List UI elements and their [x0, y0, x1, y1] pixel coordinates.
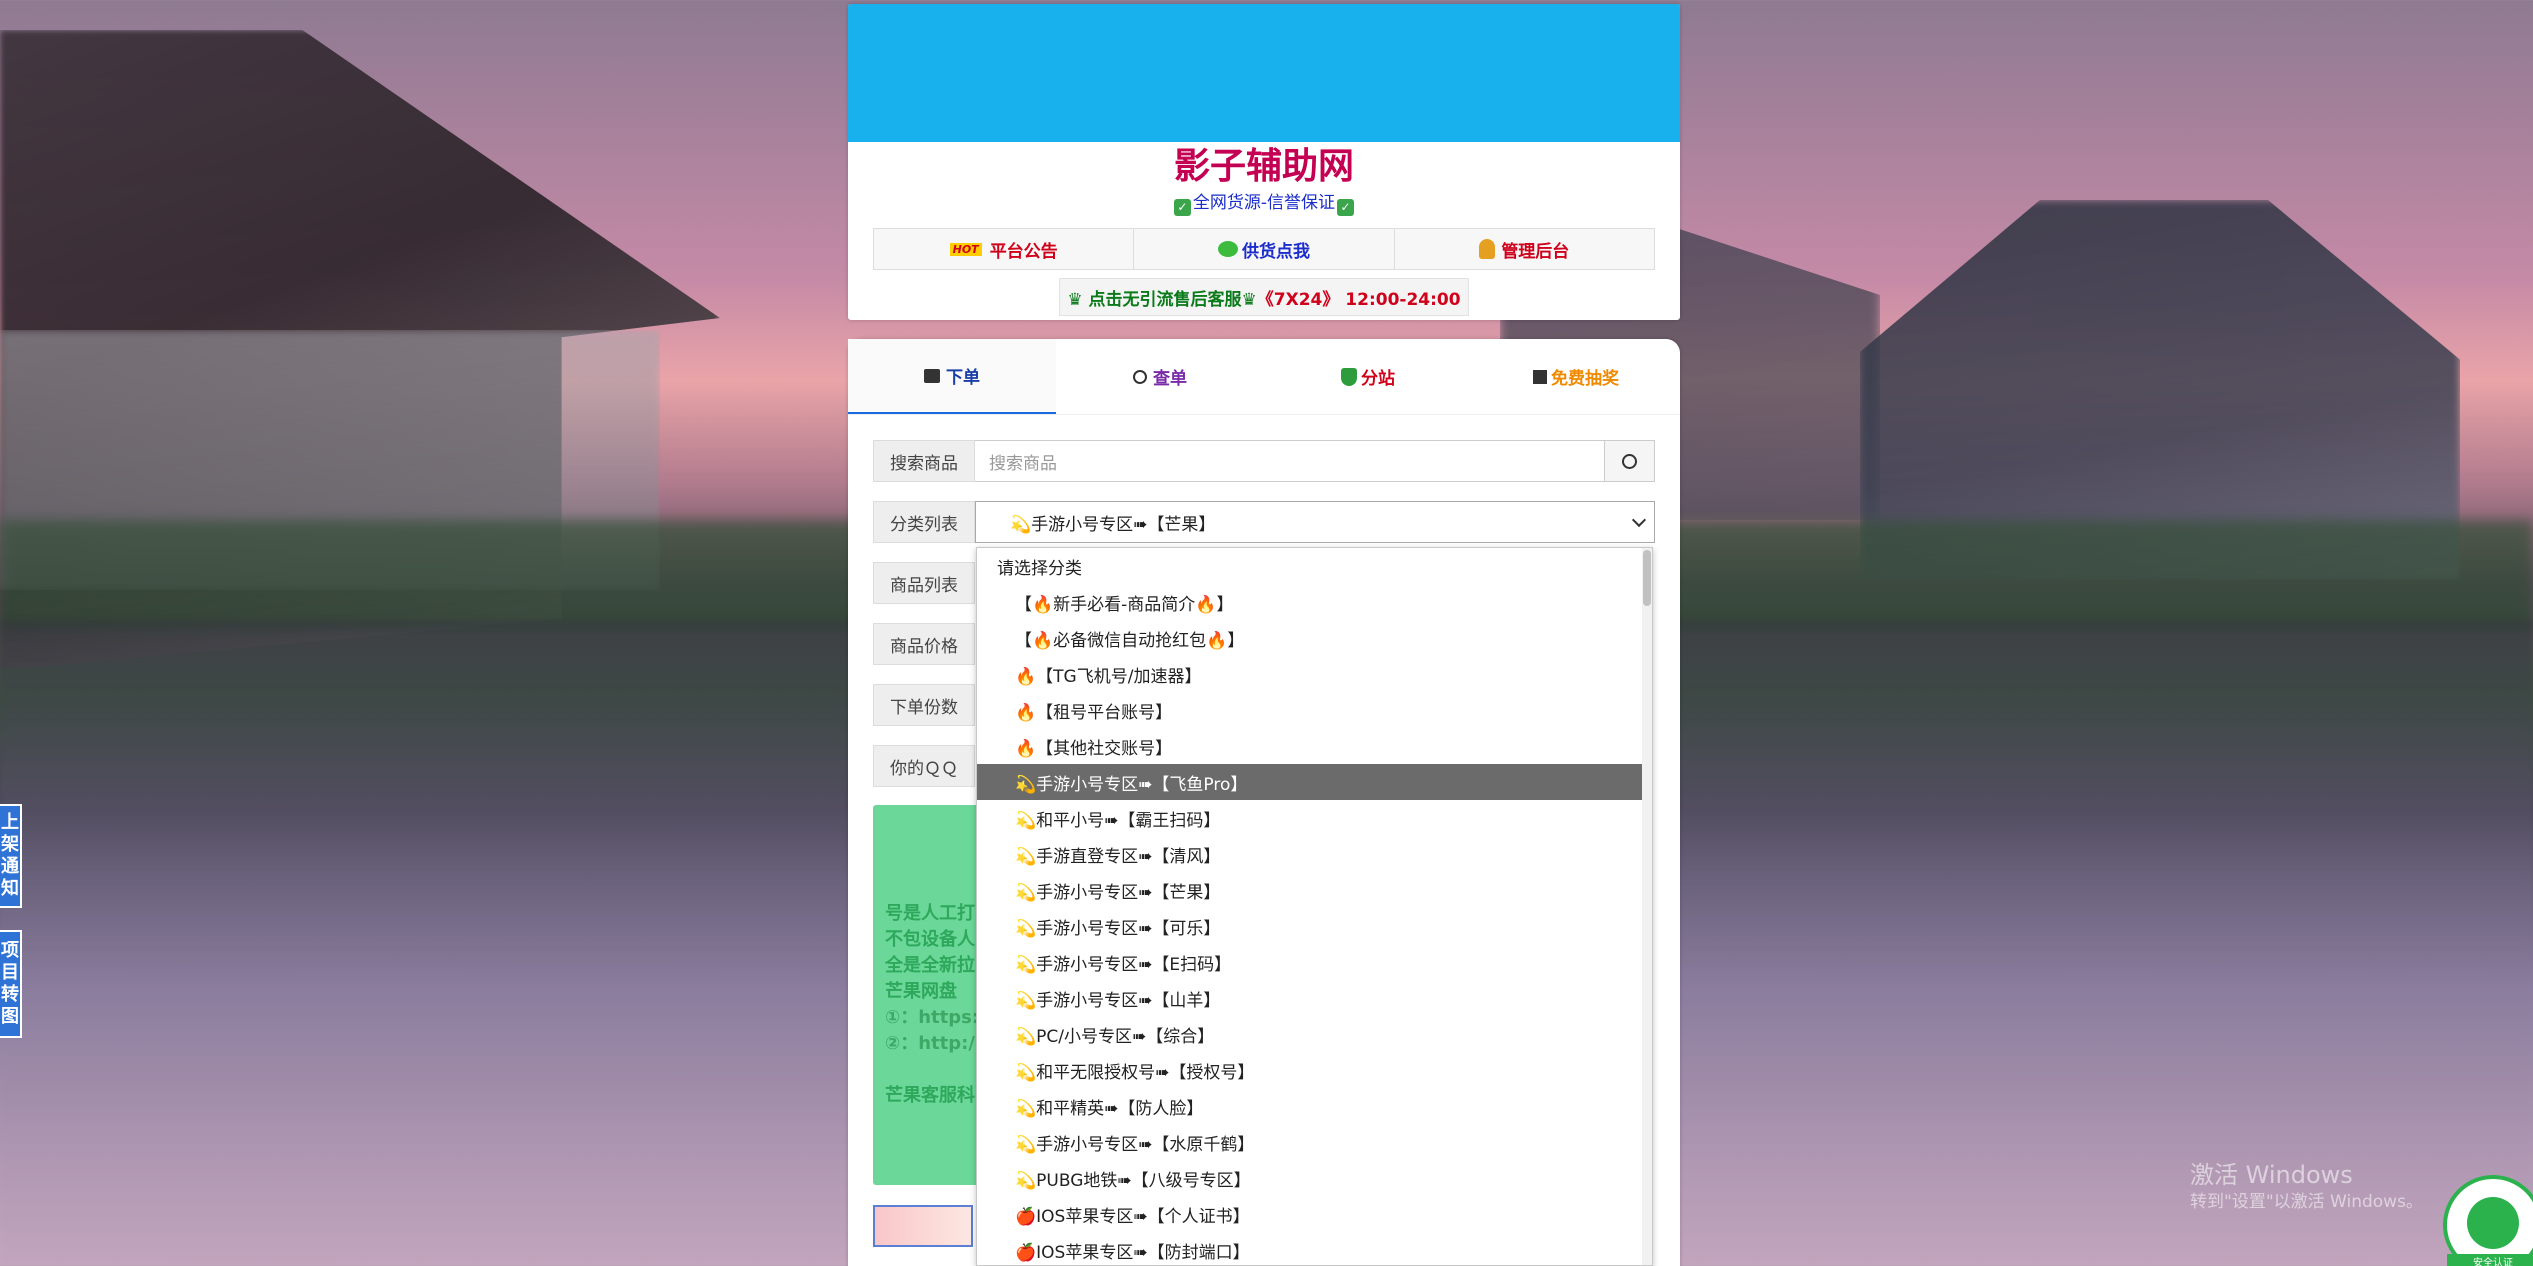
dropdown-option[interactable]: 💫和平小号➠【霸王扫码】 [977, 800, 1652, 836]
category-label: 分类列表 [873, 501, 975, 543]
notice-line: ②：http:/ [885, 1033, 975, 1054]
notice-line [885, 1057, 971, 1083]
tab-substation-label: 分站 [1361, 369, 1395, 389]
notice-line: ①：https: [885, 1007, 980, 1028]
site-subtitle-text: 全网货源-信誉保证 [1192, 193, 1336, 213]
background-house-right [1860, 200, 2460, 580]
header-banner [848, 4, 1680, 142]
search-icon [1622, 453, 1637, 469]
customer-service-button[interactable]: ♛ 点击无引流售后客服♛ 《7X24》 12:00-24:00 [1059, 278, 1469, 316]
dropdown-option[interactable]: 💫和平无限授权号➠【授权号】 [977, 1052, 1652, 1088]
dropdown-option[interactable]: 🍎IOS苹果专区➠【防封端口】 [977, 1232, 1652, 1265]
site-title: 影子辅助网 [1173, 146, 1354, 187]
tab-order-label: 下单 [946, 368, 980, 388]
bag-icon [924, 368, 940, 383]
notice-line: 芒果客服科 [885, 1085, 975, 1106]
windows-activate-hint: 转到"设置"以激活 Windows。 [2190, 1192, 2423, 1212]
dropdown-option[interactable]: 🔥【其他社交账号】 [977, 728, 1652, 764]
dropdown-option[interactable]: 💫手游小号专区➠【山羊】 [977, 980, 1652, 1016]
search-icon [1133, 369, 1147, 384]
search-label: 搜索商品 [873, 440, 975, 482]
nav-supply-label: 供货点我 [1241, 241, 1310, 262]
category-dropdown[interactable]: 请选择分类 【🔥新手必看-商品简介🔥】 【🔥必备微信自动抢红包🔥】 🔥【TG飞机… [976, 547, 1653, 1266]
category-select[interactable]: 💫手游小号专区➠【芒果】 [975, 501, 1655, 543]
dropdown-scrollbar[interactable] [1642, 548, 1652, 1265]
hot-badge-icon: HOT [949, 242, 982, 256]
notice-line: 不包设备人 [885, 929, 975, 950]
header-card: 影子辅助网 ✓ 全网货源-信誉保证 ✓ HOT 平台公告 供货点我 管理后台 ♛ 点… [848, 4, 1680, 320]
dropdown-scrollbar-thumb[interactable] [1643, 550, 1651, 606]
tab-order[interactable]: 下单 [848, 339, 1056, 414]
dropdown-option[interactable]: 💫手游直登专区➠【清风】 [977, 836, 1652, 872]
tab-query-label: 查单 [1153, 369, 1187, 389]
dropdown-option[interactable]: 🔥【TG飞机号/加速器】 [977, 656, 1652, 692]
price-label: 商品价格 [873, 623, 975, 665]
customer-service-label: ♛ 点击无引流售后客服♛ [1067, 289, 1257, 310]
tab-lottery-label: 免费抽奖 [1551, 369, 1619, 389]
header-nav: HOT 平台公告 供货点我 管理后台 [873, 228, 1655, 270]
dropdown-option[interactable]: 💫手游小号专区➠【可乐】 [977, 908, 1652, 944]
nav-announcement-label: 平台公告 [989, 241, 1058, 262]
dropdown-option[interactable]: 💫手游小号专区➠【水原千鹤】 [977, 1124, 1652, 1160]
order-tabs: 下单 查单 分站 免费抽奖 [848, 339, 1680, 415]
quantity-label: 下单份数 [873, 684, 975, 726]
category-select-value: 💫手游小号专区➠【芒果】 [1010, 514, 1216, 535]
security-badge[interactable]: 安全认证 [2443, 1175, 2533, 1266]
windows-activate-title: 激活 Windows [2190, 1161, 2353, 1189]
chat-icon [1217, 241, 1238, 257]
side-tab-notice[interactable]: 上架通知 [0, 804, 22, 908]
chevron-down-icon [1631, 512, 1647, 528]
dropdown-option[interactable]: 💫PUBG地铁➠【八级号专区】 [977, 1160, 1652, 1196]
product-notice: 号是人工打 不包设备人 全是全新拉 芒果网盘 ①：https: ②：http:/… [873, 805, 983, 1185]
side-tab-project[interactable]: 项目转图 [0, 930, 22, 1038]
user-icon [1479, 239, 1496, 259]
dropdown-option[interactable]: 🔥【租号平台账号】 [977, 692, 1652, 728]
background-house-left-window [0, 330, 660, 590]
dropdown-option-highlighted[interactable]: 💫手游小号专区➠【飞鱼Pro】 [977, 764, 1643, 800]
security-badge-label: 安全认证 [2447, 1254, 2533, 1266]
lock-icon [2467, 1197, 2519, 1249]
customer-service-hours: 《7X24》 12:00-24:00 [1256, 289, 1461, 310]
check-icon: ✓ [1173, 199, 1191, 216]
tab-query[interactable]: 查单 [1056, 339, 1264, 414]
nav-announcement[interactable]: HOT 平台公告 [874, 229, 1135, 269]
product-label: 商品列表 [873, 562, 975, 604]
dropdown-option[interactable]: 💫手游小号专区➠【芒果】 [977, 872, 1652, 908]
dropdown-option[interactable]: 【🔥新手必看-商品简介🔥】 [977, 584, 1652, 620]
background-house-left [0, 30, 720, 670]
search-row: 搜索商品 搜索商品 [873, 440, 1655, 482]
notice-line: 全是全新拉 [885, 955, 975, 976]
nav-admin-label: 管理后台 [1501, 241, 1570, 262]
notice-line: 芒果网盘 [885, 981, 957, 1002]
search-input[interactable]: 搜索商品 [975, 440, 1605, 482]
category-row: 分类列表 💫手游小号专区➠【芒果】 [873, 501, 1655, 543]
dropdown-option[interactable]: 💫PC/小号专区➠【综合】 [977, 1016, 1652, 1052]
nav-supply[interactable]: 供货点我 [1134, 229, 1395, 269]
dropdown-option[interactable]: 【🔥必备微信自动抢红包🔥】 [977, 620, 1652, 656]
notice-line: 号是人工打 [885, 903, 975, 924]
shield-icon [1341, 367, 1357, 386]
dropdown-option[interactable]: 💫和平精英➠【防人脸】 [977, 1088, 1652, 1124]
search-button[interactable] [1605, 440, 1655, 482]
check-icon: ✓ [1337, 199, 1355, 216]
dropdown-option[interactable]: 💫手游小号专区➠【E扫码】 [977, 944, 1652, 980]
submit-button[interactable] [873, 1205, 973, 1247]
site-subtitle: ✓ 全网货源-信誉保证 ✓ [848, 192, 1680, 216]
qq-label: 你的ＱＱ [873, 745, 975, 787]
tab-lottery[interactable]: 免费抽奖 [1472, 339, 1680, 414]
dropdown-option[interactable]: 🍎IOS苹果专区➠【个人证书】 [977, 1196, 1652, 1232]
dropdown-option[interactable]: 请选择分类 [977, 548, 1652, 584]
nav-admin[interactable]: 管理后台 [1395, 229, 1654, 269]
gift-icon [1533, 369, 1547, 384]
tab-substation[interactable]: 分站 [1264, 339, 1472, 414]
